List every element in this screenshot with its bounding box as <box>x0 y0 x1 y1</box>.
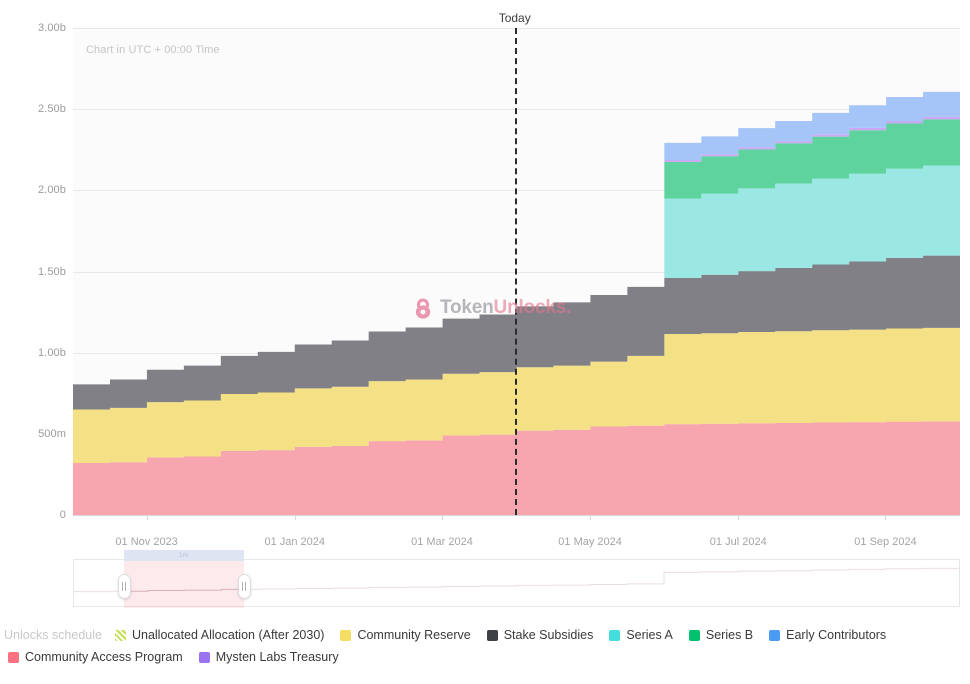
legend-label: Community Access Program <box>25 650 183 664</box>
navigator-selection-cap: 1m <box>124 550 244 561</box>
chart-legend: Unlocks schedule Unallocated Allocation … <box>0 628 970 664</box>
legend-swatch <box>8 652 19 663</box>
legend-label: Series B <box>706 628 753 642</box>
x-axis-tick-label: 01 Jan 2024 <box>264 536 325 548</box>
x-axis-tick-label: 01 Nov 2023 <box>115 536 177 548</box>
navigator-handle-left[interactable] <box>118 574 131 599</box>
handle-grip-line <box>245 582 246 591</box>
y-axis-tick-label: 2.00b <box>6 184 66 196</box>
legend-label: Stake Subsidies <box>504 628 594 642</box>
legend-item-stake-subsidies[interactable]: Stake Subsidies <box>487 628 594 642</box>
x-axis-tick-label: 01 Mar 2024 <box>411 536 473 548</box>
handle-grip-line <box>242 582 243 591</box>
today-marker-line <box>515 28 517 515</box>
legend-swatch <box>340 630 351 641</box>
legend-item-community-access-program[interactable]: Community Access Program <box>8 650 183 664</box>
handle-grip-line <box>125 582 126 591</box>
legend-row-primary: Unallocated Allocation (After 2030) Commu… <box>115 628 902 642</box>
legend-swatch <box>609 630 620 641</box>
legend-item-early-contributors[interactable]: Early Contributors <box>769 628 886 642</box>
legend-label: Series A <box>626 628 673 642</box>
legend-label: Community Reserve <box>357 628 470 642</box>
legend-item-unallocated-allocation-after-2030[interactable]: Unallocated Allocation (After 2030) <box>115 628 324 642</box>
y-axis: 0 500m 1.00b 1.50b 2.00b 2.50b 3.00b <box>0 0 66 540</box>
legend-label: Unallocated Allocation (After 2030) <box>132 628 324 642</box>
token-unlocks-chart-page: 0 500m 1.00b 1.50b 2.00b 2.50b 3.00b 01 Nov 20… <box>0 0 970 684</box>
x-axis-tick-label: 01 May 2024 <box>558 536 622 548</box>
y-axis-tick-label: 2.50b <box>6 103 66 115</box>
today-label: Today <box>499 11 531 25</box>
legend-title: Unlocks schedule <box>4 628 102 642</box>
x-axis-baseline <box>73 515 960 516</box>
legend-swatch <box>769 630 780 641</box>
navigator-mask-left <box>74 560 124 606</box>
legend-label: Mysten Labs Treasury <box>216 650 339 664</box>
x-axis-tick-label: 01 Sep 2024 <box>854 536 916 548</box>
y-axis-tick-label: 1.50b <box>6 266 66 278</box>
navigator-range-label: 1m <box>179 553 188 559</box>
navigator-mask-right <box>244 560 959 606</box>
chart-plot-area: 0500m1.00b1.50b2.00b2.50b3.00b 01 Nov 20… <box>0 0 970 540</box>
navigator-handle-right[interactable] <box>238 574 251 599</box>
y-axis-tick-label: 0 <box>6 509 66 521</box>
legend-item-series-a[interactable]: Series A <box>609 628 673 642</box>
legend-item-community-reserve[interactable]: Community Reserve <box>340 628 470 642</box>
chart-timezone-note: Chart in UTC + 00:00 Time <box>86 44 220 56</box>
range-navigator[interactable]: 1m <box>73 559 960 607</box>
legend-swatch <box>487 630 498 641</box>
legend-swatch <box>199 652 210 663</box>
legend-label: Early Contributors <box>786 628 886 642</box>
legend-swatch <box>115 630 126 641</box>
legend-row-secondary: Community Access Program Mysten Labs Trea… <box>4 650 970 664</box>
y-axis-tick-label: 3.00b <box>6 22 66 34</box>
y-axis-tick-label: 1.00b <box>6 347 66 359</box>
handle-grip-line <box>122 582 123 591</box>
y-axis-tick-label: 500m <box>6 428 66 440</box>
legend-item-series-b[interactable]: Series B <box>689 628 753 642</box>
legend-swatch <box>689 630 700 641</box>
x-axis-tick-label: 01 Jul 2024 <box>710 536 767 548</box>
legend-item-mysten-labs-treasury[interactable]: Mysten Labs Treasury <box>199 650 339 664</box>
